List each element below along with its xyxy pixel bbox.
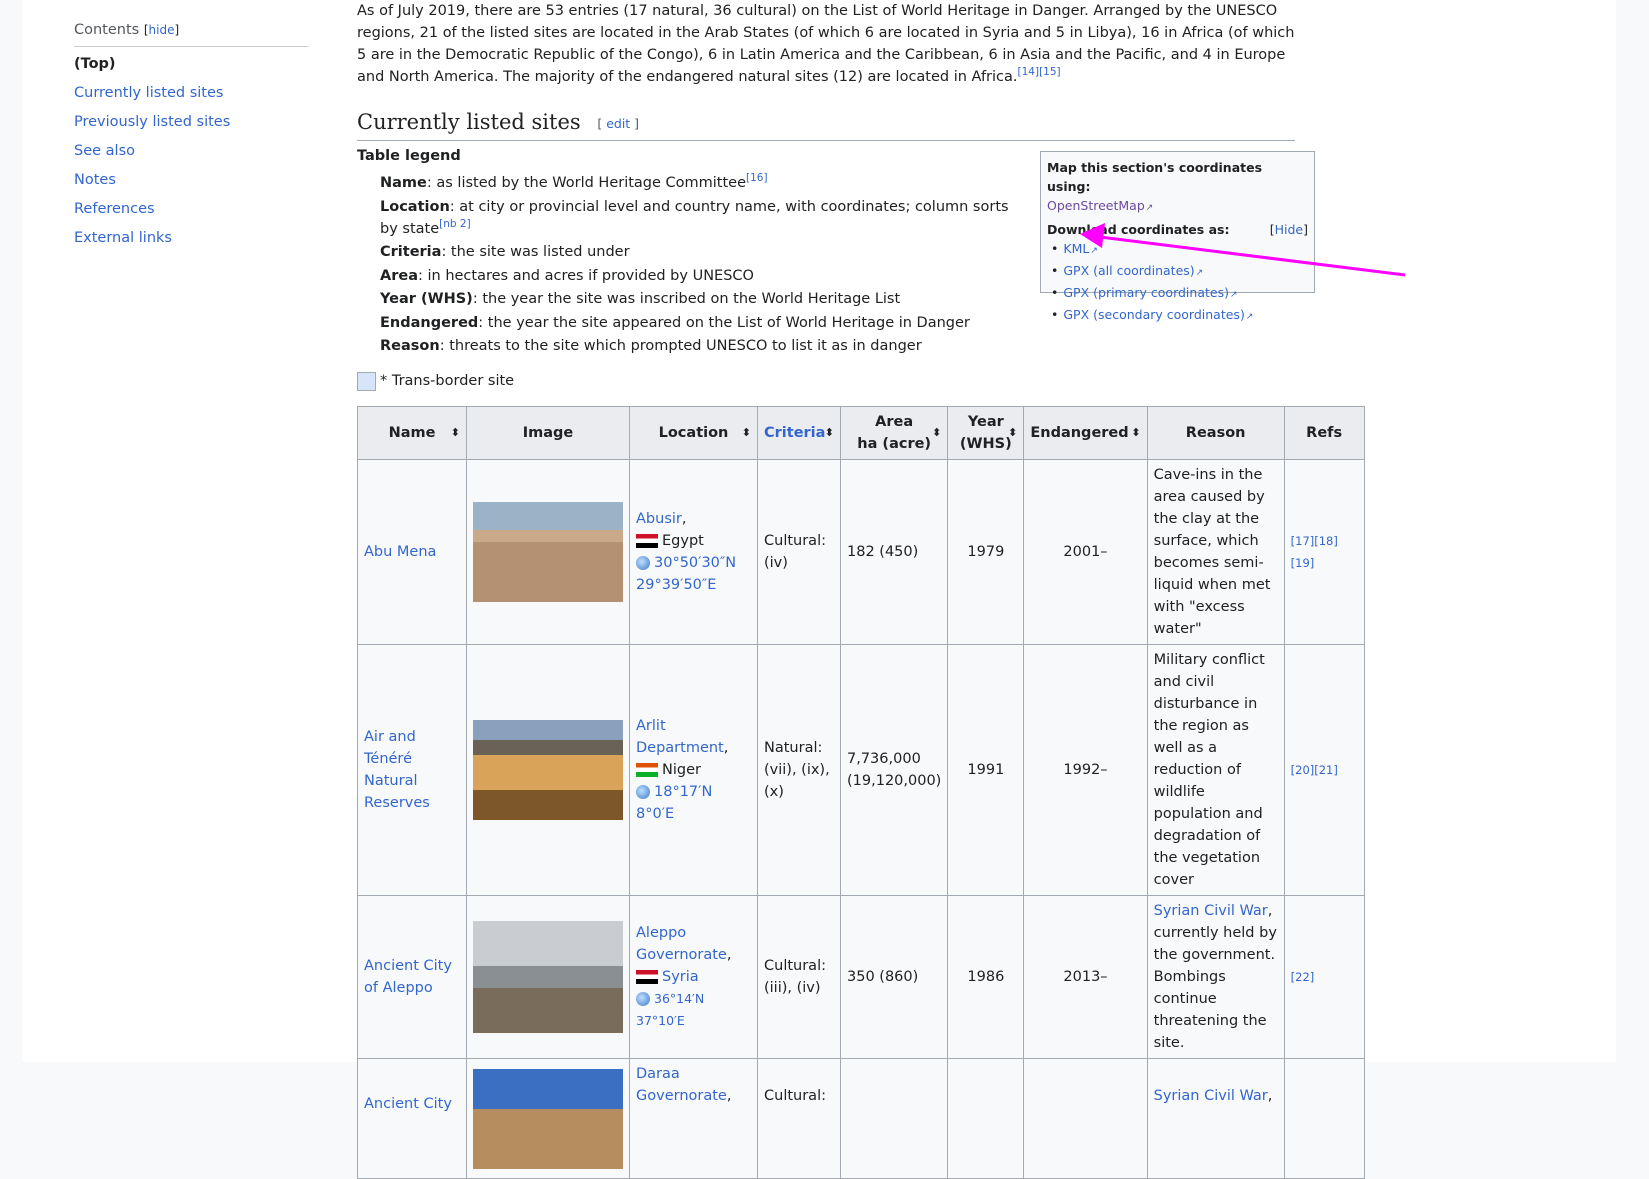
refs-cell[interactable]: [17][18] [19] [1291, 534, 1338, 570]
toc-list: (Top) Currently listed sites Previously … [74, 50, 308, 253]
intro-refs[interactable]: [14][15] [1018, 66, 1061, 78]
toc-item-references[interactable]: References [74, 201, 155, 217]
section-title: Currently listed sites [357, 110, 581, 134]
heritage-table: Name Image Location Criteria Areaha (acr… [357, 406, 1365, 1179]
legend-item: Criteria: the site was listed under [380, 244, 630, 260]
reason-cell: Cave-ins in the area caused by the clay … [1146, 459, 1285, 645]
location-link[interactable]: Aleppo Governorate [636, 925, 727, 963]
globe-icon[interactable] [636, 785, 650, 799]
main-content: As of July 2019, there are 53 entries (1… [357, 0, 1397, 1179]
transborder-legend: * Trans-border site [357, 370, 514, 392]
endangered-cell: 2013– [1023, 895, 1148, 1059]
gpx-secondary-link[interactable]: GPX (secondary coordinates) [1063, 307, 1253, 322]
year-cell: 1991 [947, 644, 1025, 896]
egypt-flag-icon [636, 534, 658, 548]
gpx-primary-link[interactable]: GPX (primary coordinates) [1063, 285, 1237, 300]
refs-cell[interactable]: [20][21] [1291, 763, 1338, 777]
country-name: Egypt [662, 533, 704, 549]
location-link[interactable]: Abusir [636, 511, 682, 527]
col-header-refs: Refs [1283, 406, 1365, 460]
globe-icon[interactable] [636, 556, 650, 570]
kml-link[interactable]: KML [1063, 241, 1098, 256]
site-image[interactable] [473, 921, 623, 1033]
section-edit-link[interactable]: edit [606, 116, 630, 131]
niger-flag-icon [636, 763, 658, 777]
syria-flag-icon [636, 970, 658, 984]
legend-title: Table legend [357, 148, 461, 164]
toc-item-previously-listed[interactable]: Previously listed sites [74, 114, 230, 130]
table-row: Ancient City Daraa Governorate, Cultural… [357, 1058, 1365, 1179]
legend-item: Area: in hectares and acres if provided … [380, 267, 754, 284]
intro-paragraph: As of July 2019, there are 53 entries (1… [357, 0, 1295, 88]
toc-item-external-links[interactable]: External links [74, 230, 172, 246]
legend-item: Year (WHS): the year the site was inscri… [380, 291, 901, 307]
col-header-name[interactable]: Name [357, 406, 467, 460]
legend-item: Endangered: the year the site appeared o… [380, 314, 970, 331]
page-body: Contents [hide] (Top) Currently listed s… [22, 0, 1616, 1179]
table-header-row: Name Image Location Criteria Areaha (acr… [357, 406, 1365, 460]
transborder-swatch [357, 371, 376, 391]
year-cell: 1979 [947, 459, 1025, 645]
legend-list: Name: as listed by the World Heritage Co… [380, 172, 1030, 359]
coordinates-box: Map this section's coordinates using: Op… [1040, 151, 1315, 322]
section-heading: Currently listed sites [ edit ] [357, 108, 1295, 141]
toc-hide-link[interactable]: hide [149, 23, 175, 37]
legend-item: Reason: threats to the site which prompt… [380, 338, 922, 354]
site-image[interactable] [473, 502, 623, 602]
area-cell: 182 (450) [839, 459, 949, 645]
toc-item-notes[interactable]: Notes [74, 172, 116, 188]
location-link[interactable]: Arlit Department [636, 718, 724, 756]
col-header-endangered[interactable]: Endangered [1023, 406, 1148, 460]
col-header-area[interactable]: Area ha (acre) [839, 406, 949, 460]
area-cell: 350 (860) [839, 895, 949, 1059]
reason-cell: Military conflict and civil disturbance … [1146, 644, 1285, 896]
toc-item-see-also[interactable]: See also [74, 143, 135, 159]
coords-hide-link[interactable]: Hide [1275, 222, 1304, 237]
globe-icon[interactable] [636, 992, 650, 1006]
toc-item-currently-listed[interactable]: Currently listed sites [74, 85, 223, 101]
reason-link[interactable]: Syrian Civil War [1154, 1088, 1268, 1104]
endangered-cell: 1992– [1023, 644, 1148, 896]
col-header-year[interactable]: Year (WHS) [947, 406, 1025, 460]
openstreetmap-link[interactable]: OpenStreetMap [1047, 198, 1153, 213]
refs-cell[interactable]: [22] [1291, 970, 1315, 984]
site-name-link[interactable]: Abu Mena [364, 544, 436, 560]
reason-link[interactable]: Syrian Civil War [1154, 903, 1268, 919]
table-row: Ancient City of Aleppo Aleppo Governorat… [357, 895, 1365, 1059]
download-coords-title: Download coordinates as: [1047, 222, 1230, 237]
col-header-location[interactable]: Location [629, 406, 758, 460]
reason-cell: Syrian Civil War, currently held by the … [1146, 895, 1285, 1059]
download-links: KML GPX (all coordinates) GPX (primary c… [1047, 239, 1308, 327]
gpx-all-link[interactable]: GPX (all coordinates) [1063, 263, 1203, 278]
col-header-image: Image [466, 406, 630, 460]
table-row: Air and Ténéré Natural Reserves Arlit De… [357, 644, 1365, 896]
legend-item: Location: at city or provincial level an… [380, 198, 1009, 237]
year-cell: 1986 [947, 895, 1025, 1059]
site-name-link[interactable]: Ancient City of Aleppo [364, 958, 452, 996]
location-link[interactable]: Daraa Governorate [636, 1066, 727, 1104]
coordinates-link[interactable]: 30°50′30″N [654, 555, 736, 571]
intro-text: As of July 2019, there are 53 entries (1… [357, 3, 1295, 85]
col-header-criteria[interactable]: Criteria [757, 406, 841, 460]
legend-item: Name: as listed by the World Heritage Co… [380, 172, 768, 191]
col-header-reason: Reason [1146, 406, 1285, 460]
coordinates-link-2[interactable]: 29°39′50″E [636, 577, 716, 593]
site-name-link[interactable]: Air and Ténéré Natural Reserves [364, 729, 430, 811]
map-coords-title: Map this section's coordinates using: [1047, 160, 1263, 194]
toc-header: Contents [hide] [74, 22, 308, 47]
toc-item-top[interactable]: (Top) [74, 50, 308, 79]
country-name: Niger [662, 762, 701, 778]
country-link[interactable]: Syria [662, 969, 699, 985]
site-name-link[interactable]: Ancient City [364, 1096, 452, 1112]
toc-title: Contents [74, 22, 140, 38]
site-image[interactable] [473, 1069, 623, 1169]
endangered-cell: 2001– [1023, 459, 1148, 645]
transborder-label: * Trans-border site [380, 373, 515, 389]
site-image[interactable] [473, 720, 623, 820]
table-row: Abu Mena Abusir, Egypt 30°50′30″N 29°39′… [357, 459, 1365, 645]
area-cell: 7,736,000 (19,120,000) [839, 644, 949, 896]
table-of-contents: Contents [hide] (Top) Currently listed s… [74, 22, 308, 253]
